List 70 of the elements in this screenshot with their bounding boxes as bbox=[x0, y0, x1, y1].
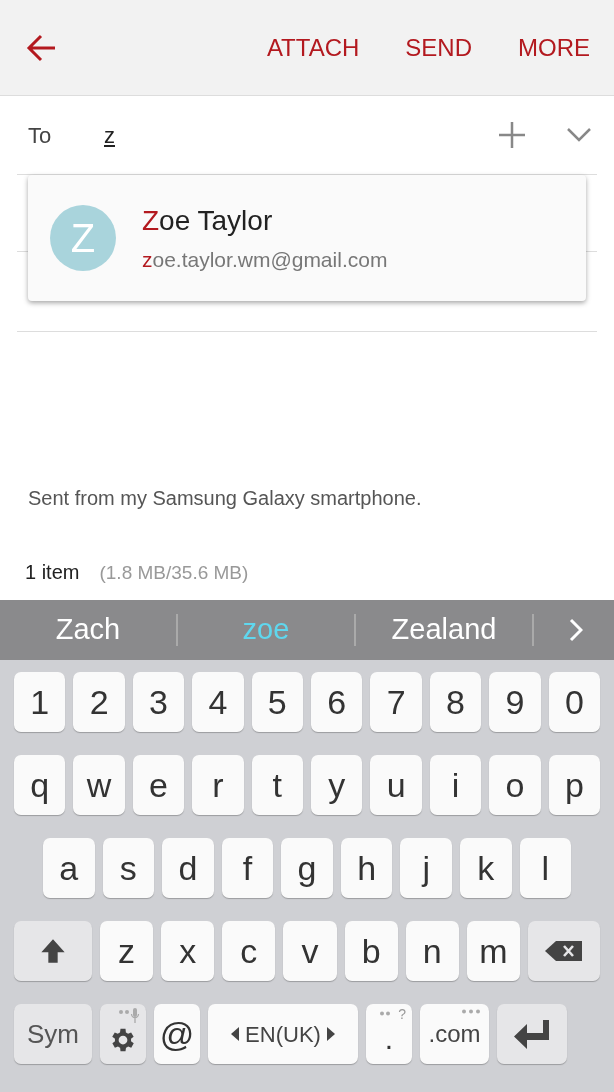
settings-key[interactable] bbox=[100, 1004, 146, 1064]
avatar: Z bbox=[50, 205, 116, 271]
key[interactable]: r bbox=[192, 755, 244, 815]
toolbar-action[interactable]: MORE bbox=[518, 29, 590, 66]
plus-icon[interactable] bbox=[499, 122, 525, 148]
recipient-input[interactable]: z bbox=[104, 118, 499, 152]
key[interactable]: q bbox=[14, 755, 66, 815]
key[interactable]: n bbox=[405, 921, 459, 981]
key[interactable]: x bbox=[161, 921, 215, 981]
dotcom-key[interactable]: .com bbox=[420, 1004, 489, 1064]
key[interactable]: d bbox=[162, 838, 214, 898]
chevron-right-icon[interactable] bbox=[569, 618, 583, 642]
period-key[interactable]: . ? bbox=[366, 1004, 412, 1064]
key[interactable]: f bbox=[221, 838, 274, 898]
enter-key[interactable] bbox=[497, 1004, 567, 1064]
key[interactable]: h bbox=[340, 838, 393, 898]
key[interactable]: l bbox=[519, 838, 572, 898]
key[interactable]: g bbox=[281, 838, 333, 898]
key[interactable]: i bbox=[429, 755, 482, 815]
key[interactable]: a bbox=[43, 838, 95, 898]
microphone-icon bbox=[119, 1008, 141, 1024]
key[interactable]: 5 bbox=[251, 672, 304, 732]
toolbar-action[interactable]: SEND bbox=[405, 29, 472, 66]
toolbar-action[interactable]: ATTACH bbox=[266, 29, 360, 66]
key[interactable]: 8 bbox=[429, 672, 482, 732]
key[interactable]: p bbox=[548, 755, 601, 815]
contact-suggestion-card[interactable]: Z Zoe Taylor zoe.taylor.wm@gmail.com bbox=[28, 175, 586, 301]
space-key[interactable]: EN(UK) bbox=[208, 1004, 358, 1064]
key[interactable]: 6 bbox=[311, 672, 363, 732]
contact-email: zoe.taylor.wm@gmail.com bbox=[142, 247, 388, 274]
key[interactable]: t bbox=[251, 755, 304, 815]
to-label: To bbox=[28, 121, 53, 150]
dots-icon bbox=[379, 1011, 391, 1016]
attachment-count: 1 item bbox=[25, 560, 80, 585]
key[interactable]: c bbox=[222, 921, 276, 981]
dots-icon bbox=[461, 1009, 481, 1014]
key[interactable]: 4 bbox=[192, 672, 244, 732]
backspace-key[interactable] bbox=[528, 921, 600, 981]
signature-text: Sent from my Samsung Galaxy smartphone. bbox=[28, 486, 423, 511]
left-triangle-icon bbox=[231, 1027, 240, 1041]
key[interactable]: z bbox=[100, 921, 154, 981]
key[interactable]: @ bbox=[154, 1004, 200, 1064]
key[interactable]: k bbox=[459, 838, 512, 898]
chevron-down-icon[interactable] bbox=[567, 128, 591, 142]
key[interactable]: y bbox=[311, 755, 363, 815]
key[interactable]: w bbox=[73, 755, 125, 815]
attachment-size: (1.8 MB/35.6 MB) bbox=[99, 561, 249, 585]
key[interactable]: m bbox=[466, 921, 520, 981]
contact-name: Zoe Taylor bbox=[142, 204, 274, 239]
key[interactable]: e bbox=[132, 755, 185, 815]
key[interactable]: 7 bbox=[370, 672, 422, 732]
sym-key[interactable]: Sym bbox=[14, 1004, 92, 1064]
key[interactable]: v bbox=[283, 921, 337, 981]
shift-key[interactable] bbox=[14, 921, 92, 981]
key[interactable]: 1 bbox=[14, 672, 66, 732]
key[interactable]: 2 bbox=[73, 672, 125, 732]
key[interactable]: o bbox=[489, 755, 541, 815]
key[interactable]: j bbox=[400, 838, 452, 898]
key[interactable]: 0 bbox=[548, 672, 601, 732]
back-arrow-icon bbox=[26, 33, 56, 62]
enter-icon bbox=[513, 1018, 551, 1050]
key[interactable]: s bbox=[102, 838, 155, 898]
key[interactable]: 9 bbox=[489, 672, 541, 732]
key[interactable]: u bbox=[370, 755, 422, 815]
key[interactable]: 3 bbox=[132, 672, 185, 732]
backspace-icon bbox=[544, 940, 584, 962]
right-triangle-icon bbox=[326, 1027, 335, 1041]
shift-icon bbox=[39, 937, 67, 965]
hint-label: ? bbox=[398, 1005, 406, 1024]
key[interactable]: b bbox=[344, 921, 398, 981]
